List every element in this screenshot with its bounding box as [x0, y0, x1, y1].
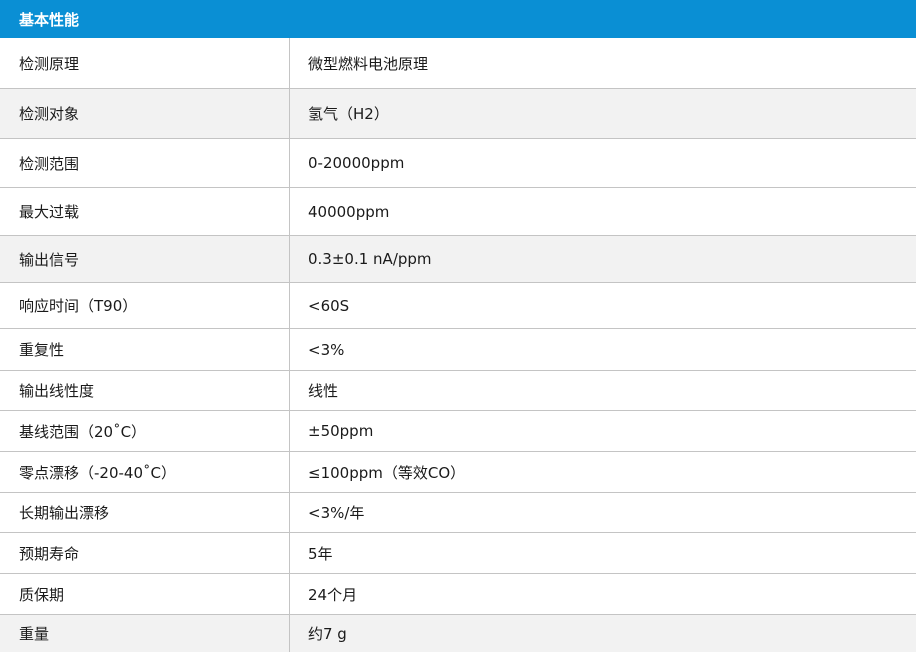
row-label: 重复性 [0, 329, 290, 370]
row-label: 零点漂移（-20-40˚C） [0, 452, 290, 492]
table-row: 响应时间（T90） <60S [0, 283, 916, 329]
row-label: 长期输出漂移 [0, 493, 290, 532]
row-value: 24个月 [308, 585, 358, 604]
row-value: 40000ppm [308, 202, 390, 221]
row-label: 输出信号 [0, 236, 290, 282]
spec-table: 基本性能 检测原理 微型燃料电池原理 检测对象 氢气（H2） 检测范围 0-20… [0, 0, 916, 652]
row-label: 最大过载 [0, 188, 290, 235]
table-row: 输出信号 0.3±0.1 nA/ppm [0, 236, 916, 283]
row-label: 检测对象 [0, 89, 290, 138]
row-label: 基线范围（20˚C） [0, 411, 290, 451]
table-row: 检测原理 微型燃料电池原理 [0, 38, 916, 89]
table-header-title: 基本性能 [19, 10, 80, 29]
row-value: 0.3±0.1 nA/ppm [308, 250, 432, 268]
table-row: 长期输出漂移 <3%/年 [0, 493, 916, 533]
table-row: 零点漂移（-20-40˚C） ≤100ppm（等效CO） [0, 452, 916, 493]
table-row: 检测对象 氢气（H2） [0, 89, 916, 139]
row-value: 氢气（H2） [308, 105, 389, 123]
row-value: ≤100ppm（等效CO） [308, 463, 466, 482]
table-row: 最大过载 40000ppm [0, 188, 916, 236]
table-row: 重量 约7 g [0, 615, 916, 652]
row-value: <3% [308, 340, 345, 359]
table-row: 检测范围 0-20000ppm [0, 139, 916, 188]
row-value: 线性 [308, 382, 339, 400]
row-label: 预期寿命 [0, 533, 290, 573]
row-label: 检测原理 [0, 38, 290, 88]
table-header: 基本性能 [0, 0, 916, 38]
row-label: 响应时间（T90） [0, 283, 290, 328]
table-row: 预期寿命 5年 [0, 533, 916, 574]
row-label: 检测范围 [0, 139, 290, 187]
row-label: 质保期 [0, 574, 290, 614]
row-value: <3%/年 [308, 504, 365, 522]
table-row: 重复性 <3% [0, 329, 916, 371]
row-label: 输出线性度 [0, 371, 290, 410]
row-value: 微型燃料电池原理 [308, 54, 429, 73]
row-value: 5年 [308, 544, 333, 563]
row-value: 约7 g [308, 625, 347, 643]
table-row: 输出线性度 线性 [0, 371, 916, 411]
row-value: ±50ppm [308, 422, 374, 440]
row-value: 0-20000ppm [308, 154, 405, 172]
table-row: 基线范围（20˚C） ±50ppm [0, 411, 916, 452]
row-value: <60S [308, 296, 350, 315]
row-label: 重量 [0, 615, 290, 652]
table-row: 质保期 24个月 [0, 574, 916, 615]
